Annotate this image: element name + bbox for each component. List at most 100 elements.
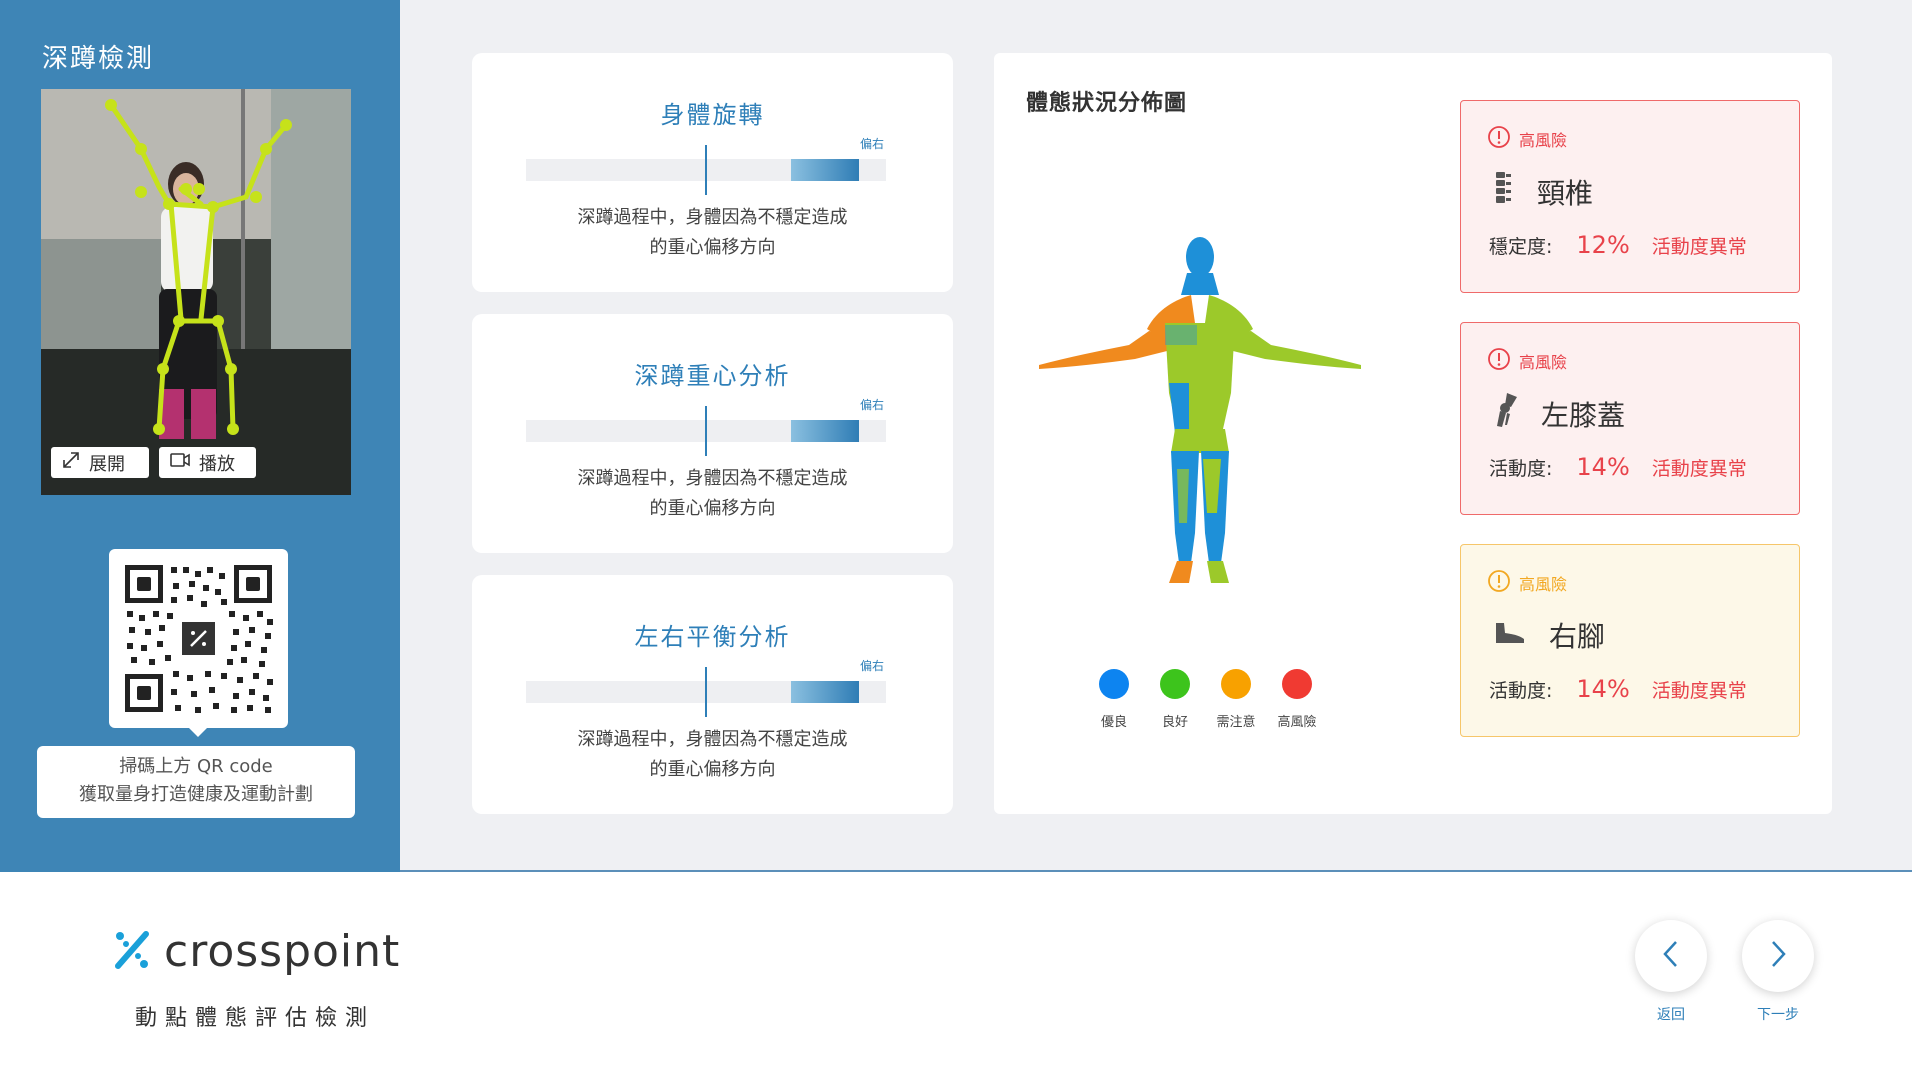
metric-percent: 12% [1576,231,1630,259]
desc-line1: 深蹲過程中，身體因為不穩定造成 [577,468,848,489]
legend-dot [1099,669,1129,699]
metric-status: 活動度異常 [1651,236,1747,258]
card-title: 身體旋轉 [660,101,765,129]
back-button[interactable] [1635,920,1707,992]
risk-level: 高風險 [1487,569,1567,597]
risk-metric: 穩定度: 12% 活動度異常 [1489,231,1747,259]
qr-caption-line2: 獲取量身打造健康及運動計劃 [79,784,313,805]
play-label: 播放 [199,453,235,475]
foot-icon [1493,619,1527,652]
risk-body-part: 左膝蓋 [1493,393,1625,434]
offset-bar-fill [791,420,859,442]
metric-status: 活動度異常 [1651,458,1747,480]
qr-code[interactable] [109,549,288,737]
risk-card-left-knee[interactable]: 高風險 左膝蓋 活動度: 14% 活動度異常 [1460,322,1800,515]
offset-tag: 偏右 [860,398,885,412]
card-description: 深蹲過程中，身體因為不穩定造成 的重心偏移方向 [472,464,953,524]
metric-percent: 14% [1576,675,1630,703]
analysis-card-center-of-gravity: 深蹲重心分析 偏右 深蹲過程中，身體因為不穩定造成 的重心偏移方向 [472,314,953,553]
expand-icon [61,450,81,475]
brand-logo: crosspoint [112,926,399,977]
expand-label: 展開 [89,453,125,475]
pose-skeleton-image [41,89,351,495]
alert-icon [1487,569,1511,597]
legend-item: 良好 [1145,669,1205,730]
risk-card-neck[interactable]: 高風險 頸椎 穩定度: 12% 活動度異常 [1460,100,1800,293]
legend-label: 優良 [1100,715,1127,730]
qr-caption-line1: 掃碼上方 QR code [119,756,273,777]
card-title: 深蹲重心分析 [634,362,791,390]
analysis-card-rotation: 身體旋轉 偏右 深蹲過程中，身體因為不穩定造成 的重心偏移方向 [472,53,953,292]
risk-metric: 活動度: 14% 活動度異常 [1489,453,1747,481]
metric-label: 活動度: [1489,680,1553,702]
metric-status: 活動度異常 [1651,680,1747,702]
center-line [705,406,707,456]
center-line [705,145,707,195]
video-camera-icon [169,451,191,474]
risk-level: 高風險 [1487,347,1567,375]
qr-caption: 掃碼上方 QR code 獲取量身打造健康及運動計劃 [37,746,355,818]
distribution-title: 體態狀況分佈圖 [1026,91,1188,116]
card-description: 深蹲過程中，身體因為不穩定造成 的重心偏移方向 [472,203,953,263]
metric-label: 穩定度: [1489,236,1553,258]
offset-tag: 偏右 [860,659,885,673]
legend-dot [1160,669,1190,699]
alert-icon [1487,347,1511,375]
back-label: 返回 [1657,1007,1685,1023]
risk-level-label: 高風險 [1519,131,1568,150]
offset-tag: 偏右 [860,137,885,151]
offset-bar [526,406,886,456]
risk-level-label: 高風險 [1519,353,1568,372]
legend-item: 高風險 [1267,669,1327,730]
desc-line2: 的重心偏移方向 [649,759,776,780]
expand-button[interactable]: 展開 [51,447,149,478]
legend-dot [1221,669,1251,699]
next-label: 下一步 [1757,1007,1799,1023]
panel-title: 深蹲檢測 [42,44,155,74]
play-button[interactable]: 播放 [159,447,256,478]
crosspoint-logo-icon [115,931,149,969]
risk-body-part: 右腳 [1493,615,1605,655]
offset-bar [526,145,886,195]
offset-bar-fill [791,159,859,181]
risk-level: 高風險 [1487,125,1567,153]
risk-card-right-foot[interactable]: 高風險 右腳 活動度: 14% 活動度異常 [1460,544,1800,737]
legend-item: 需注意 [1206,669,1266,730]
offset-bar [526,667,886,717]
knee-icon [1493,393,1519,434]
muscle-figure-icon [1039,237,1361,583]
chevron-right-icon [1767,939,1789,973]
legend-dot [1282,669,1312,699]
brand-name: crosspoint [164,926,401,977]
left-panel: 深蹲檢測 展開 播放 掃碼上方 QR code 獲取量身打造健康及運動計劃 [0,0,400,872]
card-description: 深蹲過程中，身體因為不穩定造成 的重心偏移方向 [472,725,953,785]
card-title: 左右平衡分析 [634,623,791,651]
video-preview[interactable] [41,89,351,495]
analysis-card-balance: 左右平衡分析 偏右 深蹲過程中，身體因為不穩定造成 的重心偏移方向 [472,575,953,814]
body-part-name: 頸椎 [1537,176,1594,210]
risk-level-label: 高風險 [1519,575,1568,594]
risk-body-part: 頸椎 [1493,171,1593,212]
desc-line1: 深蹲過程中，身體因為不穩定造成 [577,729,848,750]
offset-bar-fill [791,681,859,703]
qr-code-icon [125,565,273,713]
metric-percent: 14% [1576,453,1630,481]
legend-label: 良好 [1161,715,1188,730]
spine-icon [1493,171,1515,212]
legend-label: 需注意 [1216,715,1256,730]
desc-line1: 深蹲過程中，身體因為不穩定造成 [577,207,848,228]
center-line [705,667,707,717]
body-map [1039,233,1361,583]
next-button[interactable] [1742,920,1814,992]
legend-item: 優良 [1084,669,1144,730]
chevron-left-icon [1660,939,1682,973]
body-part-name: 右腳 [1549,620,1606,653]
brand-subtitle: 動點體態評估檢測 [135,1006,376,1031]
alert-icon [1487,125,1511,153]
metric-label: 活動度: [1489,458,1553,480]
body-part-name: 左膝蓋 [1541,398,1626,432]
legend-label: 高風險 [1277,715,1317,730]
posture-distribution-panel: 體態狀況分佈圖 優良 良好 需注意 高風險 高風險 頸椎 穩定度: 12% 活動… [994,53,1832,814]
risk-metric: 活動度: 14% 活動度異常 [1489,675,1747,703]
desc-line2: 的重心偏移方向 [649,498,776,519]
